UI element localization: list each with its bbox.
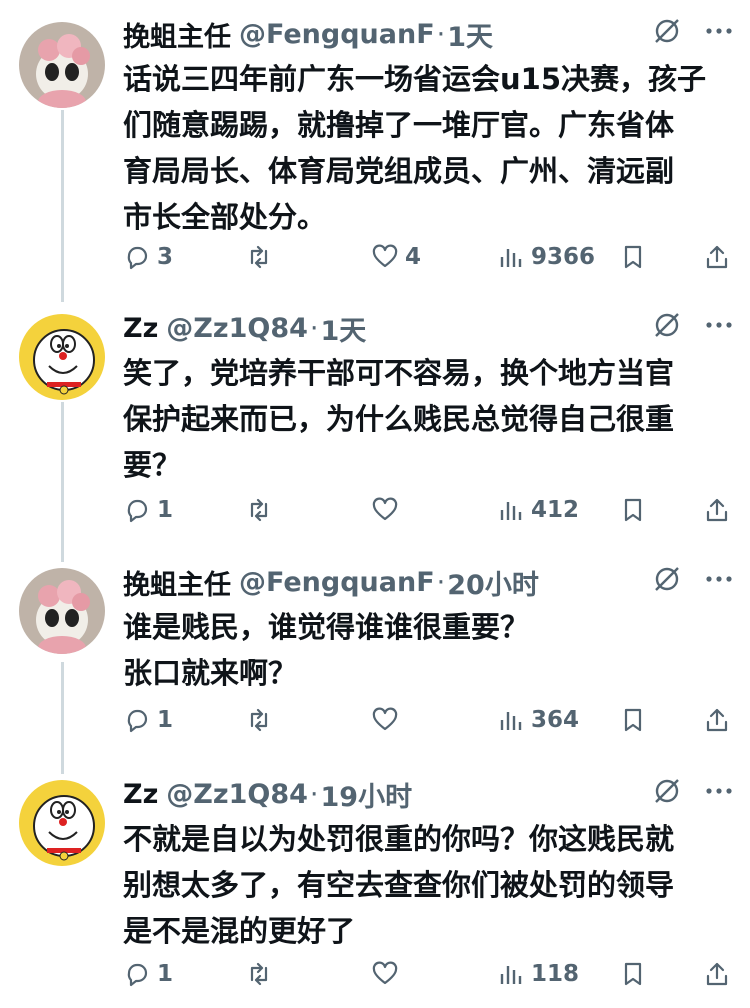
retweet-icon bbox=[250, 962, 268, 986]
display-name[interactable]: 挽蛆主任 bbox=[123, 563, 231, 602]
tweet[interactable]: Zz @Zz1Q84 · 1天 笑了，党培养干部可不容易，换个地方当官 保护起来… bbox=[0, 306, 750, 556]
reply-count: 1 bbox=[157, 707, 174, 733]
action-bar: 1 364 bbox=[123, 700, 734, 740]
bookmark-button[interactable] bbox=[619, 960, 647, 988]
tweet-text: 谁是贱民，谁觉得谁谁很重要？ 张口就来啊？ bbox=[123, 610, 530, 690]
reply-count: 1 bbox=[157, 961, 174, 987]
reply-button[interactable]: 1 bbox=[123, 706, 173, 734]
bookmark-icon bbox=[624, 962, 642, 986]
like-count: 4 bbox=[405, 244, 422, 270]
grok-icon[interactable] bbox=[652, 310, 682, 347]
display-name[interactable]: 挽蛆主任 bbox=[123, 15, 231, 54]
like-button[interactable] bbox=[371, 706, 405, 734]
view-count: 9366 bbox=[531, 244, 596, 270]
tweet-text: 笑了，党培养干部可不容易，换个地方当官 保护起来而已，为什么贱民总觉得自己很重 … bbox=[123, 356, 675, 482]
panda-avatar[interactable] bbox=[19, 22, 105, 108]
bookmark-button[interactable] bbox=[619, 496, 647, 524]
like-button[interactable]: 4 bbox=[371, 243, 421, 271]
reply-count: 3 bbox=[157, 244, 174, 270]
views-icon bbox=[500, 712, 522, 730]
heart-icon bbox=[372, 497, 398, 521]
separator-dot: · bbox=[309, 778, 319, 810]
action-bar: 1 412 bbox=[123, 490, 734, 530]
more-options-icon[interactable] bbox=[704, 310, 734, 347]
views-button[interactable]: 412 bbox=[497, 496, 579, 524]
reply-button[interactable]: 1 bbox=[123, 496, 173, 524]
views-button[interactable]: 9366 bbox=[497, 243, 595, 271]
timestamp[interactable]: 1天 bbox=[321, 309, 367, 348]
timestamp[interactable]: 19小时 bbox=[321, 775, 413, 814]
share-icon bbox=[706, 962, 728, 986]
share-button[interactable] bbox=[703, 243, 731, 271]
reply-button[interactable]: 1 bbox=[123, 960, 173, 988]
timestamp[interactable]: 20小时 bbox=[447, 563, 539, 602]
share-icon bbox=[706, 498, 728, 522]
heart-icon bbox=[372, 961, 398, 985]
action-bar: 3 4 9366 bbox=[123, 237, 734, 277]
more-options-icon[interactable] bbox=[704, 564, 734, 601]
views-button[interactable]: 364 bbox=[497, 706, 579, 734]
timestamp[interactable]: 1天 bbox=[447, 15, 493, 54]
grok-icon[interactable] bbox=[652, 564, 682, 601]
reply-icon bbox=[127, 246, 148, 270]
view-count: 412 bbox=[531, 497, 580, 523]
retweet-icon bbox=[250, 498, 268, 522]
view-count: 118 bbox=[531, 961, 580, 987]
separator-dot: · bbox=[309, 312, 319, 344]
user-handle[interactable]: @FengquanF bbox=[239, 567, 435, 598]
share-icon bbox=[706, 708, 728, 732]
action-bar: 1 118 bbox=[123, 954, 734, 994]
separator-dot: · bbox=[436, 566, 446, 598]
tweet[interactable]: 挽蛆主任 @FengquanF · 20小时 谁是贱民，谁觉得谁谁很重要？ 张口… bbox=[0, 560, 750, 760]
more-options-icon[interactable] bbox=[704, 16, 734, 53]
heart-icon bbox=[372, 707, 398, 731]
share-icon bbox=[706, 245, 728, 269]
retweet-button[interactable] bbox=[245, 706, 279, 734]
views-icon bbox=[500, 249, 522, 267]
bookmark-icon bbox=[624, 245, 642, 269]
retweet-button[interactable] bbox=[245, 496, 279, 524]
retweet-button[interactable] bbox=[245, 960, 279, 988]
grok-icon[interactable] bbox=[652, 776, 682, 813]
display-name[interactable]: Zz bbox=[123, 779, 158, 810]
tweet[interactable]: Zz @Zz1Q84 · 19小时 不就是自以为处罚很重的你吗？你这贱民就 别想… bbox=[0, 772, 750, 1008]
grok-icon[interactable] bbox=[652, 16, 682, 53]
user-handle[interactable]: @FengquanF bbox=[239, 19, 435, 50]
reply-icon bbox=[127, 963, 148, 987]
bookmark-button[interactable] bbox=[619, 706, 647, 734]
like-button[interactable] bbox=[371, 960, 405, 988]
heart-icon bbox=[372, 244, 398, 268]
view-count: 364 bbox=[531, 707, 580, 733]
views-icon bbox=[500, 502, 522, 520]
share-button[interactable] bbox=[703, 960, 731, 988]
share-button[interactable] bbox=[703, 706, 731, 734]
panda-avatar[interactable] bbox=[19, 568, 105, 654]
tweet[interactable]: 挽蛆主任 @FengquanF · 1天 话说三四年前广东一场省运会u15决赛，… bbox=[0, 12, 750, 292]
views-button[interactable]: 118 bbox=[497, 960, 579, 988]
reply-icon bbox=[127, 499, 148, 523]
reply-count: 1 bbox=[157, 497, 174, 523]
bookmark-icon bbox=[624, 498, 642, 522]
doraemon-avatar[interactable] bbox=[19, 314, 105, 400]
user-handle[interactable]: @Zz1Q84 bbox=[166, 313, 308, 344]
tweet-text: 话说三四年前广东一场省运会u15决赛，孩子 们随意踢踢，就撸掉了一堆厅官。广东省… bbox=[123, 62, 707, 234]
bookmark-button[interactable] bbox=[619, 243, 647, 271]
reply-icon bbox=[127, 709, 148, 733]
more-options-icon[interactable] bbox=[704, 776, 734, 813]
reply-button[interactable]: 3 bbox=[123, 243, 173, 271]
bookmark-icon bbox=[624, 708, 642, 732]
doraemon-avatar[interactable] bbox=[19, 780, 105, 866]
tweet-text: 不就是自以为处罚很重的你吗？你这贱民就 别想太多了，有空去查查你们被处罚的领导 … bbox=[123, 822, 675, 948]
like-button[interactable] bbox=[371, 496, 405, 524]
retweet-icon bbox=[250, 708, 268, 732]
share-button[interactable] bbox=[703, 496, 731, 524]
retweet-icon bbox=[250, 245, 268, 269]
user-handle[interactable]: @Zz1Q84 bbox=[166, 779, 308, 810]
display-name[interactable]: Zz bbox=[123, 313, 158, 344]
separator-dot: · bbox=[436, 18, 446, 50]
retweet-button[interactable] bbox=[245, 243, 279, 271]
views-icon bbox=[500, 966, 522, 984]
